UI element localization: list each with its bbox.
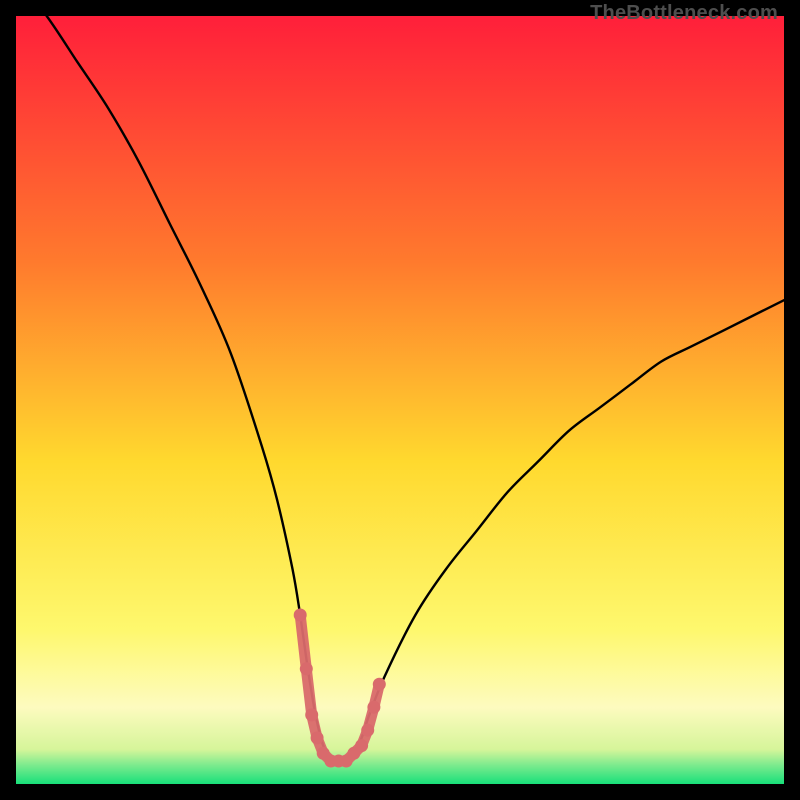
optimal-dot [300,662,313,675]
chart-frame: TheBottleneck.com [0,0,800,800]
plot-area [16,16,784,784]
optimal-dot [367,701,380,714]
optimal-dot [305,708,318,721]
optimal-dot [294,609,307,622]
optimal-dot [311,731,324,744]
optimal-dot [373,678,386,691]
watermark-text: TheBottleneck.com [590,2,778,25]
optimal-dot [361,724,374,737]
bottleneck-curve-svg [16,16,784,784]
bottleneck-curve [16,16,784,762]
optimal-dot [355,739,368,752]
